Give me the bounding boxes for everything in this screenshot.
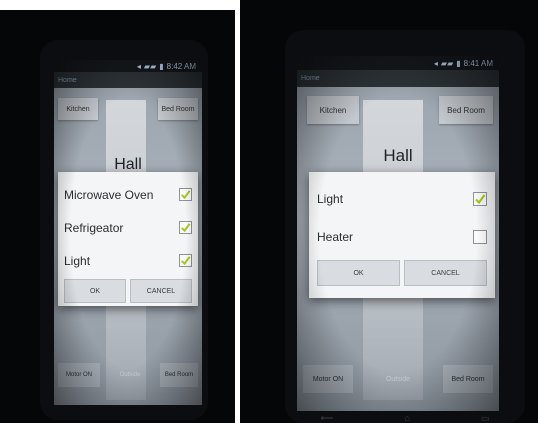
dialog-item[interactable]: Heater	[317, 218, 487, 256]
battery-icon: ▮	[456, 58, 461, 68]
check-icon	[181, 256, 191, 266]
signal-icon: ▰▰	[143, 61, 157, 71]
dialog-item-label: Microwave Oven	[64, 187, 154, 202]
checkbox[interactable]	[179, 254, 192, 267]
nav-button-kitchen[interactable]: Kitchen	[307, 96, 359, 124]
status-bar: ◂ ▰▰ ▮ 8:41 AM	[297, 56, 499, 70]
photo-right-phone: ◂ ▰▰ ▮ 8:41 AM Home Kitchen Bed Room Hal…	[240, 0, 538, 423]
hardware-nav-bar: ⟵ ⌂ ▭	[285, 413, 525, 423]
cancel-button-label: CANCEL	[146, 287, 176, 295]
device-selection-dialog: Microwave Oven Refrigeator Light OK CANC…	[58, 172, 198, 306]
app-title: Home	[301, 75, 320, 82]
battery-icon: ▮	[159, 61, 164, 71]
phone-frame: ◂ ▰▰ ▮ 8:41 AM Home Kitchen Bed Room Hal…	[285, 30, 525, 423]
dialog-item-label: Heater	[317, 230, 354, 244]
dialog-item[interactable]: Light	[64, 244, 192, 277]
bed-room-label: Bed Room	[164, 372, 194, 378]
nav-button-bed-room[interactable]: Bed Room	[158, 98, 198, 120]
app-title: Home	[58, 76, 77, 84]
room-title: Hall	[383, 146, 413, 165]
dialog-item[interactable]: Microwave Oven	[64, 178, 192, 211]
bottom-bar: Motor ON Outside Bed Room	[297, 362, 499, 396]
dialog-item[interactable]: Refrigeator	[64, 211, 192, 244]
ok-button[interactable]: OK	[64, 279, 126, 303]
cancel-button[interactable]: CANCEL	[130, 279, 192, 303]
app-bar: Home	[54, 72, 202, 88]
motor-on-button[interactable]: Motor ON	[303, 365, 353, 393]
signal-icon: ▰▰	[440, 58, 454, 68]
volume-icon: ◂	[433, 58, 438, 68]
bed-room-button[interactable]: Bed Room	[443, 365, 493, 393]
photo-left-phone: ◂ ▰▰ ▮ 8:42 AM Home Kitchen Bed Room Hal…	[0, 10, 235, 423]
home-icon[interactable]: ⌂	[404, 413, 409, 423]
cancel-button[interactable]: CANCEL	[404, 260, 487, 286]
phone-screen: ◂ ▰▰ ▮ 8:41 AM Home Kitchen Bed Room Hal…	[297, 56, 499, 411]
check-icon	[181, 190, 191, 200]
check-icon	[181, 223, 191, 233]
phone-screen: ◂ ▰▰ ▮ 8:42 AM Home Kitchen Bed Room Hal…	[54, 60, 202, 405]
phone-frame: ◂ ▰▰ ▮ 8:42 AM Home Kitchen Bed Room Hal…	[40, 40, 208, 420]
cancel-button-label: CANCEL	[431, 269, 460, 277]
status-time: 8:42 AM	[166, 61, 196, 71]
recent-apps-icon[interactable]: ▭	[481, 413, 490, 423]
dialog-buttons: OK CANCEL	[317, 260, 487, 286]
back-icon[interactable]: ⟵	[321, 413, 334, 423]
dialog-buttons: OK CANCEL	[64, 279, 192, 303]
check-icon	[475, 194, 486, 205]
nav-button-label: Kitchen	[66, 105, 90, 113]
ok-button[interactable]: OK	[317, 260, 400, 286]
volume-icon: ◂	[136, 61, 141, 71]
dialog-item-label: Light	[317, 192, 344, 206]
outside-label[interactable]: Outside	[120, 372, 141, 378]
motor-on-label: Motor ON	[312, 375, 344, 383]
status-time: 8:41 AM	[463, 58, 493, 68]
checkbox[interactable]	[179, 188, 192, 201]
nav-button-label: Bed Room	[447, 105, 485, 115]
device-selection-dialog: Light Heater OK CANCEL	[309, 172, 495, 298]
motor-on-button[interactable]: Motor ON	[58, 363, 100, 387]
outside-label[interactable]: Outside	[386, 376, 410, 383]
dialog-item-label: Light	[64, 253, 91, 268]
nav-button-label: Bed Room	[161, 105, 195, 113]
checkbox[interactable]	[179, 221, 192, 234]
bed-room-button[interactable]: Bed Room	[160, 363, 198, 387]
motor-on-label: Motor ON	[65, 372, 92, 378]
status-bar: ◂ ▰▰ ▮ 8:42 AM	[54, 60, 202, 72]
dialog-item-label: Refrigeator	[64, 220, 124, 235]
checkbox[interactable]	[473, 230, 487, 244]
app-bar: Home	[297, 70, 499, 87]
nav-button-bed-room[interactable]: Bed Room	[439, 96, 493, 124]
ok-button-label: OK	[89, 287, 101, 295]
dialog-item[interactable]: Light	[317, 180, 487, 218]
nav-button-label: Kitchen	[319, 105, 347, 115]
checkbox[interactable]	[473, 192, 487, 206]
ok-button-label: OK	[353, 269, 364, 277]
bed-room-label: Bed Room	[451, 375, 485, 383]
bottom-bar: Motor ON Outside Bed Room	[54, 360, 202, 390]
nav-button-kitchen[interactable]: Kitchen	[58, 98, 98, 120]
